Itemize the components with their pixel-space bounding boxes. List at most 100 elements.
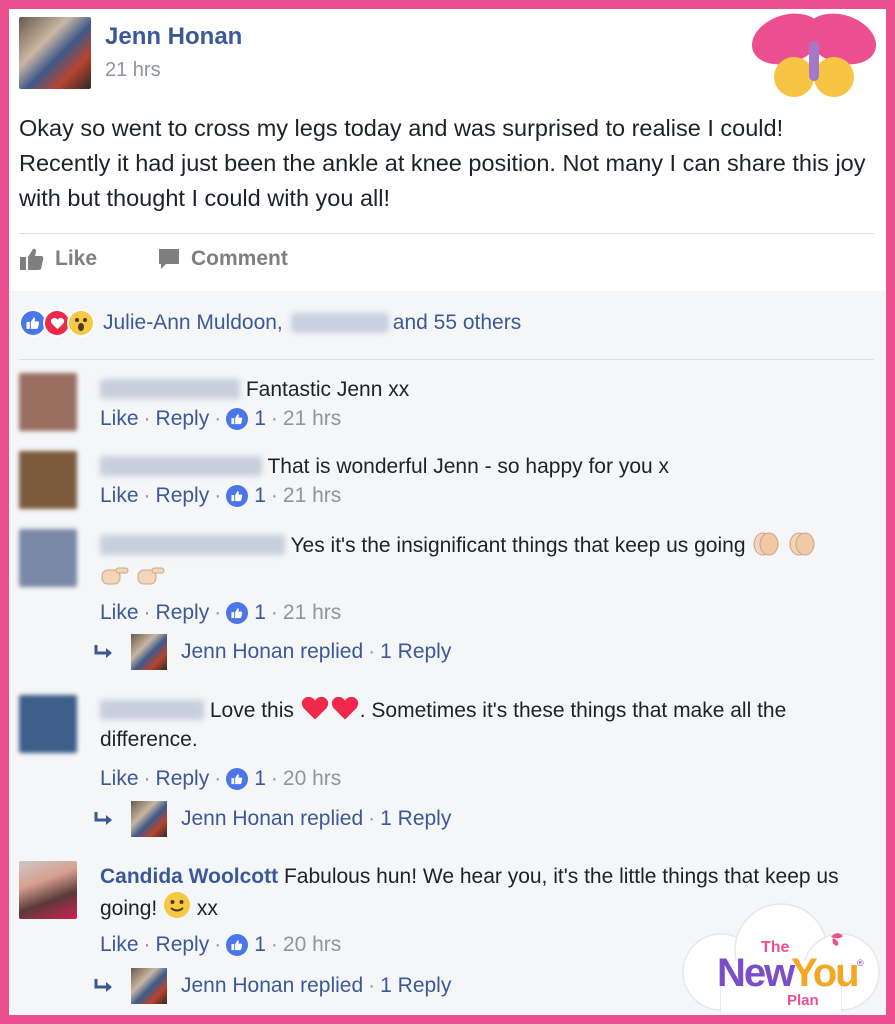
separator: · (270, 407, 278, 430)
separator: · (270, 484, 278, 507)
like-label: Like (55, 247, 98, 270)
reply-avatar (131, 801, 167, 837)
commenter-avatar[interactable] (19, 373, 77, 431)
comment-text: Fantastic Jenn xx (100, 375, 860, 404)
comment-like-count[interactable]: 1 (254, 601, 266, 625)
replies-link[interactable]: Jenn Honan replied · 1 Reply (93, 801, 451, 837)
pointing-hand-icon (101, 567, 129, 585)
comment-time[interactable]: 20 hrs (283, 767, 341, 791)
comment-like-count[interactable]: 1 (254, 484, 266, 508)
comment-reply-link[interactable]: Reply (156, 767, 210, 791)
separator: · (143, 933, 151, 956)
red-heart-icon (301, 696, 328, 720)
blurred-commenter-name[interactable] (100, 535, 285, 555)
comment-reply-link[interactable]: Reply (156, 407, 210, 431)
comment-text: Yes it's the insignificant things that k… (100, 530, 860, 590)
replied-label[interactable]: Jenn Honan replied (181, 974, 363, 998)
separator: · (143, 484, 151, 507)
thumbs-up-icon (20, 248, 44, 270)
like-count-icon (226, 485, 249, 507)
blurred-commenter-name[interactable] (100, 700, 204, 720)
comment-button[interactable]: Comment (157, 247, 288, 271)
reaction-others[interactable]: and 55 others (393, 311, 521, 335)
separator: · (368, 974, 376, 997)
comment-time[interactable]: 20 hrs (283, 933, 341, 957)
comment-like-count[interactable]: 1 (254, 933, 266, 957)
like-count-icon (226, 934, 249, 956)
comment-time[interactable]: 21 hrs (283, 407, 341, 431)
blurred-commenter-name[interactable] (100, 456, 262, 476)
red-heart-icon (331, 696, 358, 720)
comment-actions: Like · Reply · 1 · 21 hrs (100, 407, 341, 431)
reply-count[interactable]: 1 Reply (380, 640, 451, 664)
post-body: Okay so went to cross my legs today and … (19, 115, 866, 211)
clapping-hands-icon (789, 532, 815, 556)
comment-icon (159, 249, 179, 269)
comment-reply-link[interactable]: Reply (156, 484, 210, 508)
post-header: Jenn Honan 21 hrs Okay so went to cross … (9, 9, 886, 291)
replied-label[interactable]: Jenn Honan replied (181, 807, 363, 831)
comment-time[interactable]: 21 hrs (283, 484, 341, 508)
comment-text-content: Fantastic Jenn xx (245, 378, 410, 401)
separator: · (368, 640, 376, 663)
comment-like-link[interactable]: Like (100, 484, 139, 508)
pointing-hand-icon (137, 567, 165, 585)
replied-label[interactable]: Jenn Honan replied (181, 640, 363, 664)
comment-like-link[interactable]: Like (100, 407, 139, 431)
comment-like-count[interactable]: 1 (254, 407, 266, 431)
commenter-avatar[interactable] (19, 451, 77, 509)
comment-reply-link[interactable]: Reply (156, 601, 210, 625)
reply-arrow-icon (94, 812, 112, 825)
commenter-name[interactable]: Candida Woolcott (100, 865, 278, 888)
smiley-face-icon (164, 892, 191, 918)
replies-link[interactable]: Jenn Honan replied · 1 Reply (93, 968, 451, 1004)
butterfly-logo (751, 13, 877, 97)
reply-count[interactable]: 1 Reply (380, 974, 451, 998)
author-avatar[interactable] (19, 17, 91, 89)
comment-like-count[interactable]: 1 (254, 767, 266, 791)
commenter-avatar[interactable] (19, 695, 77, 753)
reply-count[interactable]: 1 Reply (380, 807, 451, 831)
comments-divider (19, 359, 874, 360)
comment-text-part2: xx (196, 897, 218, 920)
comment-text-content: That is wonderful Jenn - so happy for yo… (267, 455, 670, 478)
comment-text-content: Yes it's the insignificant things that k… (290, 534, 746, 557)
reply-arrow-icon (94, 979, 112, 992)
logo-reg: ® (857, 958, 864, 968)
comment-like-link[interactable]: Like (100, 767, 139, 791)
comment-text-part1: Love this (209, 699, 294, 722)
comment-time[interactable]: 21 hrs (283, 601, 341, 625)
like-count-icon (226, 602, 249, 624)
comment-like-link[interactable]: Like (100, 933, 139, 957)
new-you-plan-logo: The New You ® Plan (682, 903, 880, 1013)
logo-plan: Plan (787, 992, 819, 1009)
clapping-hands-icon (753, 532, 779, 556)
separator: · (214, 407, 222, 430)
author-name[interactable]: Jenn Honan (105, 23, 242, 51)
comment-text: Love this . Sometimes it's these things … (100, 695, 860, 754)
comment-like-link[interactable]: Like (100, 601, 139, 625)
separator: · (143, 767, 151, 790)
logo-new: New (717, 951, 796, 995)
reply-avatar (131, 634, 167, 670)
like-count-icon (226, 408, 249, 430)
like-button[interactable]: Like (19, 247, 97, 271)
commenter-avatar[interactable] (19, 861, 77, 919)
replies-link[interactable]: Jenn Honan replied · 1 Reply (93, 634, 451, 670)
blurred-commenter-name[interactable] (100, 379, 240, 399)
logo-you: You (791, 951, 858, 995)
separator: · (214, 484, 222, 507)
separator: · (143, 407, 151, 430)
separator: · (270, 933, 278, 956)
post-frame: Jenn Honan 21 hrs Okay so went to cross … (9, 9, 886, 1015)
separator: · (214, 933, 222, 956)
post-timestamp[interactable]: 21 hrs (105, 59, 161, 82)
comment-actions: Like · Reply · 1 · 20 hrs (100, 933, 341, 957)
reply-avatar (131, 968, 167, 1004)
commenter-avatar[interactable] (19, 529, 77, 587)
separator: · (270, 767, 278, 790)
reaction-first-name[interactable]: Julie-Ann Muldoon, (103, 311, 283, 335)
separator: · (214, 767, 222, 790)
reactions-summary[interactable]: Julie-Ann Muldoon, and 55 others (19, 309, 521, 337)
comment-reply-link[interactable]: Reply (156, 933, 210, 957)
